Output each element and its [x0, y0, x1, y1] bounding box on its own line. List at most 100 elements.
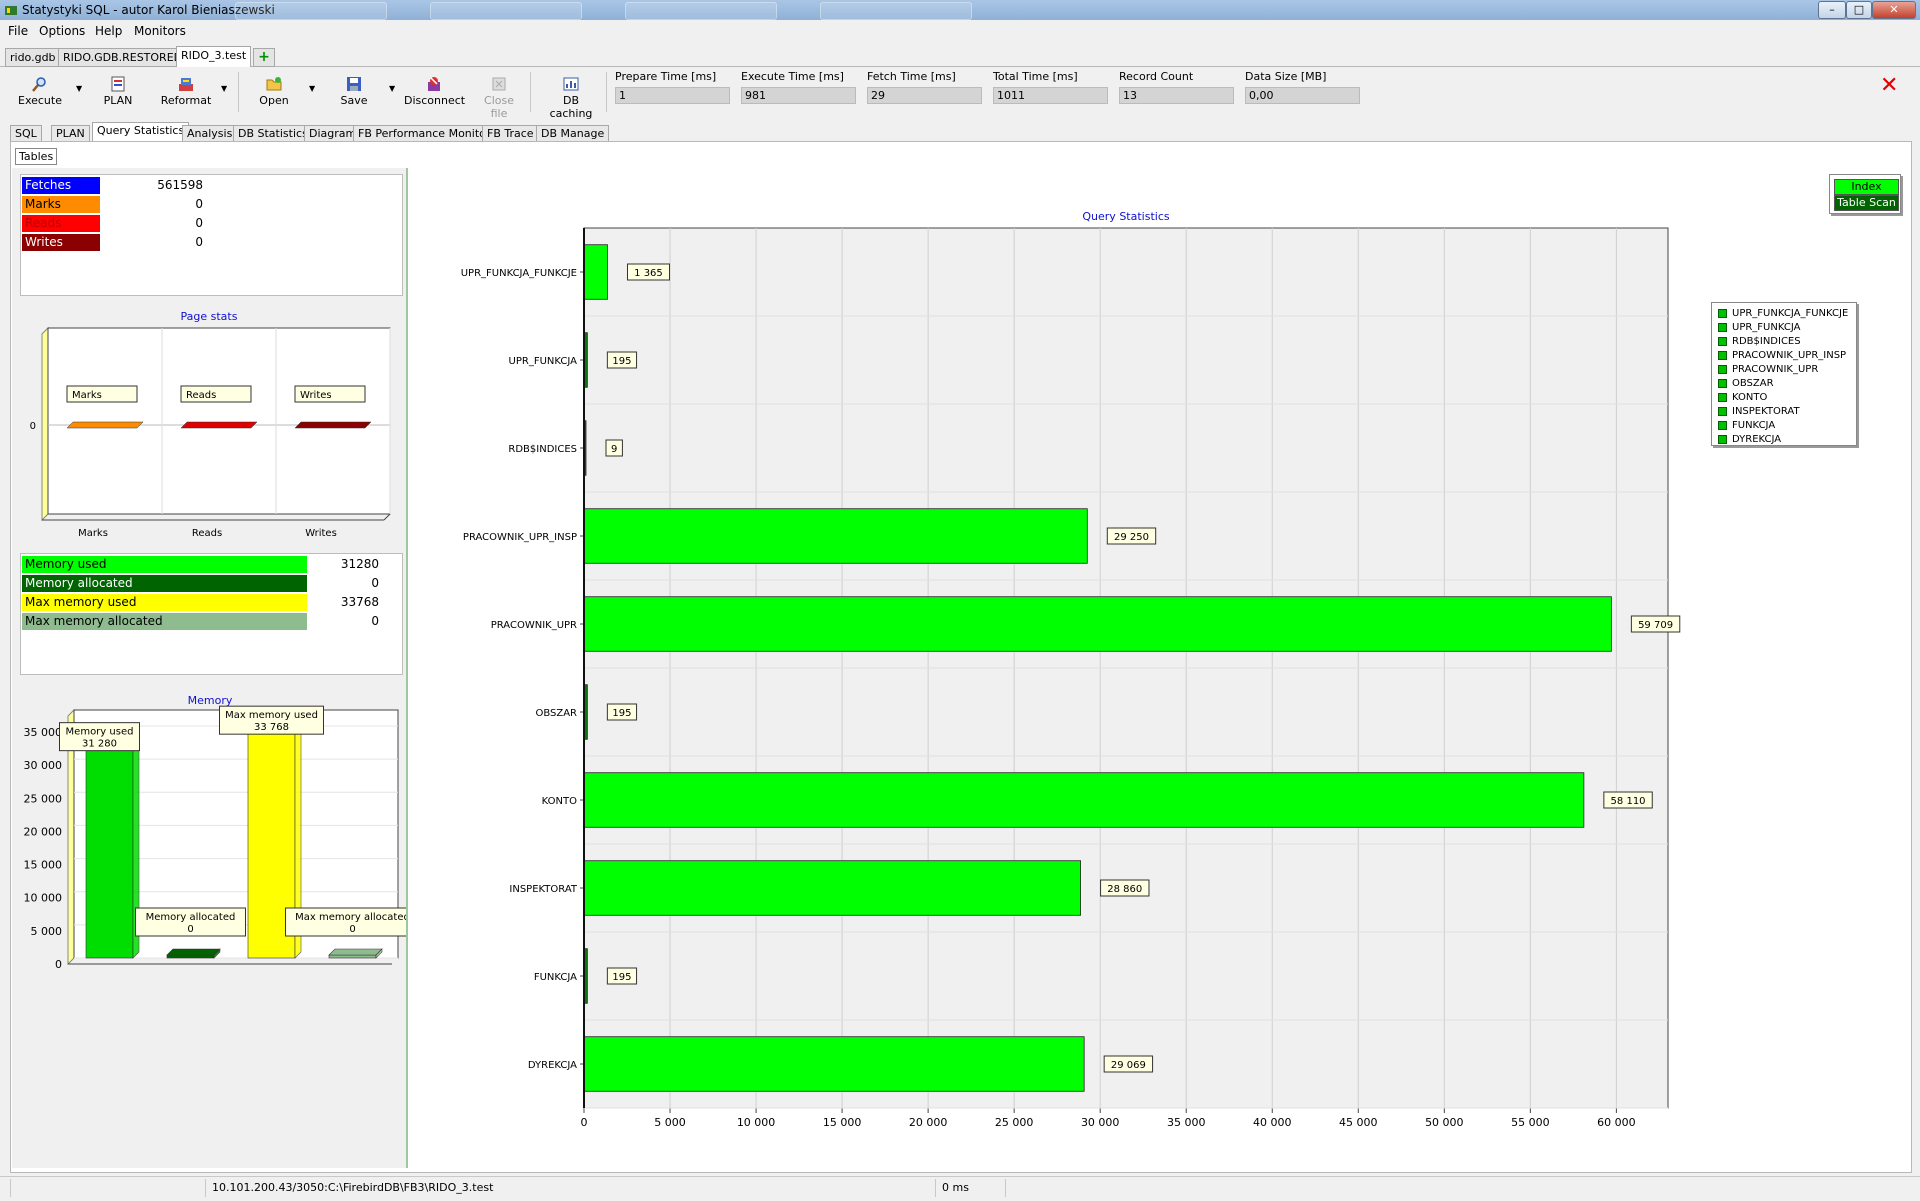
memory-chart: 0 5 000 10 000 15 000 20 000 25 000 30 000 35 0… [14, 688, 406, 978]
chart-wall [41, 326, 49, 522]
status-cell [1005, 1179, 1912, 1197]
plan-button[interactable]: PLAN [96, 72, 140, 110]
legend-swatch [1718, 434, 1727, 444]
x-tick-label: 15 000 [823, 1116, 862, 1129]
legend-item: PRACOWNIK_UPR_INSP [1718, 349, 1846, 363]
panel-splitter[interactable] [406, 168, 408, 1168]
disconnect-button[interactable]: Disconnect [404, 72, 465, 110]
callout-value: 31 280 [82, 739, 117, 750]
legend-label: OBSZAR [1732, 378, 1774, 389]
execute-button[interactable]: Execute [10, 72, 70, 110]
add-tab-button[interactable]: + [253, 48, 275, 67]
bar-callout-label: Marks [72, 390, 102, 401]
legend-label: RDB$INDICES [1732, 336, 1801, 347]
y-tick-label: 35 000 [24, 726, 63, 739]
mem-row-max-memory-used: Max memory used [22, 594, 307, 611]
tab-tables[interactable]: Tables [15, 148, 58, 165]
menu-help[interactable]: Help [95, 24, 122, 38]
y-tick-label: UPR_FUNKCJA_FUNKCJE [461, 268, 577, 279]
taskbar-ghost-tab [235, 2, 387, 20]
taskbar-ghost-tab [820, 2, 972, 20]
reformat-label: Reformat [160, 94, 212, 107]
document-tab-strip [0, 44, 1920, 67]
legend-label: PRACOWNIK_UPR [1732, 364, 1819, 375]
legend-swatch [1718, 308, 1727, 318]
plot-area [47, 327, 391, 515]
mem-value-max-memory-allocated: 0 [371, 614, 379, 628]
close-file-label: Close file [484, 94, 514, 120]
db-caching-button[interactable]: DB caching [540, 72, 602, 120]
legend-item: DYREKCJA [1718, 433, 1781, 447]
tables-legend: UPR_FUNKCJA_FUNKCJE UPR_FUNKCJA RDB$INDICE… [1711, 302, 1857, 446]
maximize-button[interactable]: □ [1846, 1, 1872, 19]
menu-monitors[interactable]: Monitors [134, 24, 186, 38]
doc-tab-rido-gdb[interactable]: rido.gdb [5, 48, 61, 67]
callout-value: 0 [187, 924, 193, 935]
chart-title: Page stats [181, 310, 238, 323]
status-cell [10, 1179, 207, 1197]
callout-label: Max memory used [225, 710, 318, 721]
y-tick-label: UPR_FUNKCJA [509, 356, 578, 367]
minimize-button[interactable]: – [1818, 1, 1846, 19]
menu-options[interactable]: Options [39, 24, 85, 38]
query-statistics-chart: Query Statistics 0 5 000 10 000 15 000 20 000… [461, 210, 1681, 1129]
data-label: 1 365 [634, 268, 663, 279]
execute-dropdown-icon[interactable]: ▼ [76, 84, 82, 93]
callout-label: Memory used [66, 727, 134, 738]
legend-swatch [1718, 392, 1727, 402]
io-value-writes: 0 [195, 235, 203, 249]
open-dropdown-icon[interactable]: ▼ [309, 84, 315, 93]
bar-marks [66, 421, 144, 429]
y-tick-label: 20 000 [24, 825, 63, 838]
legend-label: PRACOWNIK_UPR_INSP [1732, 350, 1847, 361]
fetch-time-field: 29 [867, 87, 982, 104]
save-button[interactable]: Save [332, 72, 376, 110]
doc-tab-rido3-test[interactable]: RIDO_3.test [176, 46, 252, 67]
bar-top [166, 948, 221, 956]
y-tick-label: 10 000 [24, 892, 63, 905]
reformat-button[interactable]: Reformat [156, 72, 216, 110]
close-tab-icon[interactable]: ✕ [1880, 75, 1898, 97]
x-tick-label: 20 000 [909, 1116, 948, 1129]
open-button[interactable]: Open [252, 72, 296, 110]
bar-pracownik_upr [583, 596, 1612, 652]
x-tick-label: 0 [581, 1116, 588, 1129]
legend-label: INSPEKTORAT [1732, 406, 1800, 417]
mem-value-memory-used: 31280 [340, 557, 379, 571]
menu-file[interactable]: File [8, 24, 28, 38]
page-stats-chart: Page stats 0 Marks Marks Reads Reads Writes Wri… [16, 304, 402, 544]
y-tick-label: INSPEKTORAT [509, 884, 577, 895]
x-tick-label: 55 000 [1511, 1116, 1550, 1129]
doc-tab-rido-restored[interactable]: RIDO.GDB.RESTORED [58, 48, 188, 67]
open-label: Open [259, 94, 289, 107]
x-tick-label: Writes [305, 528, 337, 539]
bar-memory-used [85, 750, 134, 959]
data-label: 59 709 [1638, 620, 1673, 631]
data-size-field: 0,00 [1245, 87, 1360, 104]
status-time: 0 ms [935, 1179, 1012, 1197]
plan-icon [111, 76, 125, 92]
y-tick-label: 25 000 [24, 792, 63, 805]
taskbar-ghost-tab [430, 2, 582, 20]
legend-item: UPR_FUNKCJA_FUNKCJE [1718, 307, 1848, 321]
save-dropdown-icon[interactable]: ▼ [389, 84, 395, 93]
y-tick-label: DYREKCJA [528, 1060, 577, 1071]
close-file-icon [492, 77, 506, 91]
legend-swatch [1718, 406, 1727, 416]
bar-konto [583, 772, 1585, 828]
y-tick-label: 0 [55, 958, 62, 971]
legend-item: RDB$INDICES [1718, 335, 1801, 349]
data-label: 29 250 [1114, 532, 1149, 543]
close-window-button[interactable]: ✕ [1872, 1, 1916, 19]
data-label: 195 [612, 708, 631, 719]
close-file-button[interactable]: Close file [474, 72, 524, 120]
tab-query-statistics[interactable]: Query Statistics [92, 122, 190, 142]
legend-swatch [1718, 420, 1727, 430]
mem-row-memory-used: Memory used [22, 556, 307, 573]
data-size-label: Data Size [MB] [1245, 70, 1327, 83]
mem-value-memory-allocated: 0 [371, 576, 379, 590]
legend-swatch [1718, 336, 1727, 346]
bar-top [328, 948, 383, 956]
legend-swatch [1718, 322, 1727, 332]
reformat-dropdown-icon[interactable]: ▼ [221, 84, 227, 93]
